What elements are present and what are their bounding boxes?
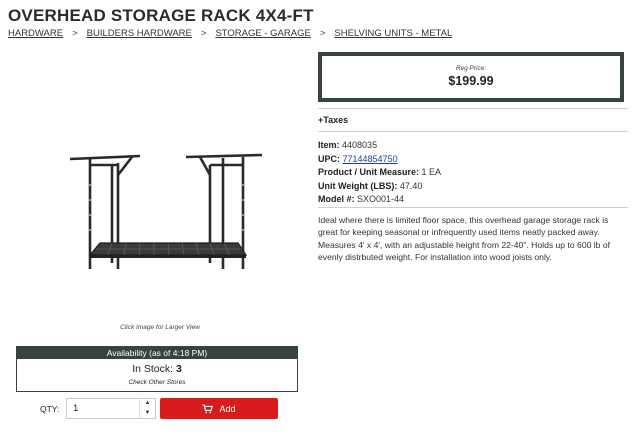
divider xyxy=(318,131,628,132)
item-number: 4408035 xyxy=(342,140,378,150)
unit-weight: 47.40 xyxy=(399,180,423,191)
price-value: $199.99 xyxy=(448,74,494,88)
breadcrumb-separator: > xyxy=(200,28,207,39)
product-specs: Item: 4408035 UPC: 77144854750 Product /… xyxy=(318,139,441,207)
product-image[interactable] xyxy=(60,145,270,280)
breadcrumb-storage-garage[interactable]: STORAGE - GARAGE xyxy=(215,28,310,39)
quantity-stepper: ▲ ▼ xyxy=(66,398,156,419)
spec-model: Model #: SXO001-44 xyxy=(318,194,405,205)
product-description: Ideal where there is limited floor space… xyxy=(318,215,611,263)
add-button-label: Add xyxy=(219,403,236,414)
price-label: Reg Price: xyxy=(455,65,487,72)
qty-spinner: ▲ ▼ xyxy=(139,399,155,418)
divider xyxy=(318,207,628,208)
product-page: OVERHEAD STORAGE RACK 4X4-FT HARDWARE > … xyxy=(0,0,640,437)
availability-panel: Availability (as of 4:18 PM) In Stock: 3… xyxy=(16,346,298,392)
taxes-note: +Taxes xyxy=(318,115,349,125)
spec-upc: UPC: 77144854750 xyxy=(318,153,398,164)
upc-link[interactable]: 77144854750 xyxy=(343,154,398,164)
breadcrumb-separator: > xyxy=(72,28,78,39)
breadcrumb-builders-hardware[interactable]: BUILDERS HARDWARE xyxy=(87,28,192,39)
increment-icon[interactable]: ▲ xyxy=(140,399,155,409)
qty-label: QTY: xyxy=(40,404,60,414)
breadcrumb: HARDWARE > BUILDERS HARDWARE > STORAGE -… xyxy=(8,28,452,39)
add-to-cart-button[interactable]: Add xyxy=(160,398,278,419)
check-other-stores-link[interactable]: Check Other Stores xyxy=(17,379,297,386)
divider xyxy=(318,108,628,109)
stock-count: 3 xyxy=(175,363,182,375)
breadcrumb-hardware[interactable]: HARDWARE xyxy=(8,28,63,39)
stock-label: In Stock: xyxy=(132,363,174,375)
decrement-icon[interactable]: ▼ xyxy=(140,409,155,419)
spec-unit-weight: Unit Weight (LBS): 47.40 xyxy=(318,180,423,191)
qty-input[interactable] xyxy=(67,399,139,418)
image-caption: Click Image for Larger View xyxy=(120,324,200,331)
availability-header: Availability (as of 4:18 PM) xyxy=(17,347,297,359)
unit-measure: 1 EA xyxy=(421,167,442,178)
spec-unit-measure: Product / Unit Measure: 1 EA xyxy=(318,167,442,178)
breadcrumb-shelving-units-metal[interactable]: SHELVING UNITS - METAL xyxy=(334,28,452,39)
page-title: OVERHEAD STORAGE RACK 4X4-FT xyxy=(8,6,314,25)
model-number: SXO001-44 xyxy=(357,194,405,205)
cart-icon xyxy=(202,403,214,413)
stock-status: In Stock: 3 xyxy=(17,363,297,375)
breadcrumb-separator: > xyxy=(319,28,326,39)
spec-item: Item: 4408035 xyxy=(318,140,378,150)
price-box: Reg Price: $199.99 xyxy=(318,52,624,102)
